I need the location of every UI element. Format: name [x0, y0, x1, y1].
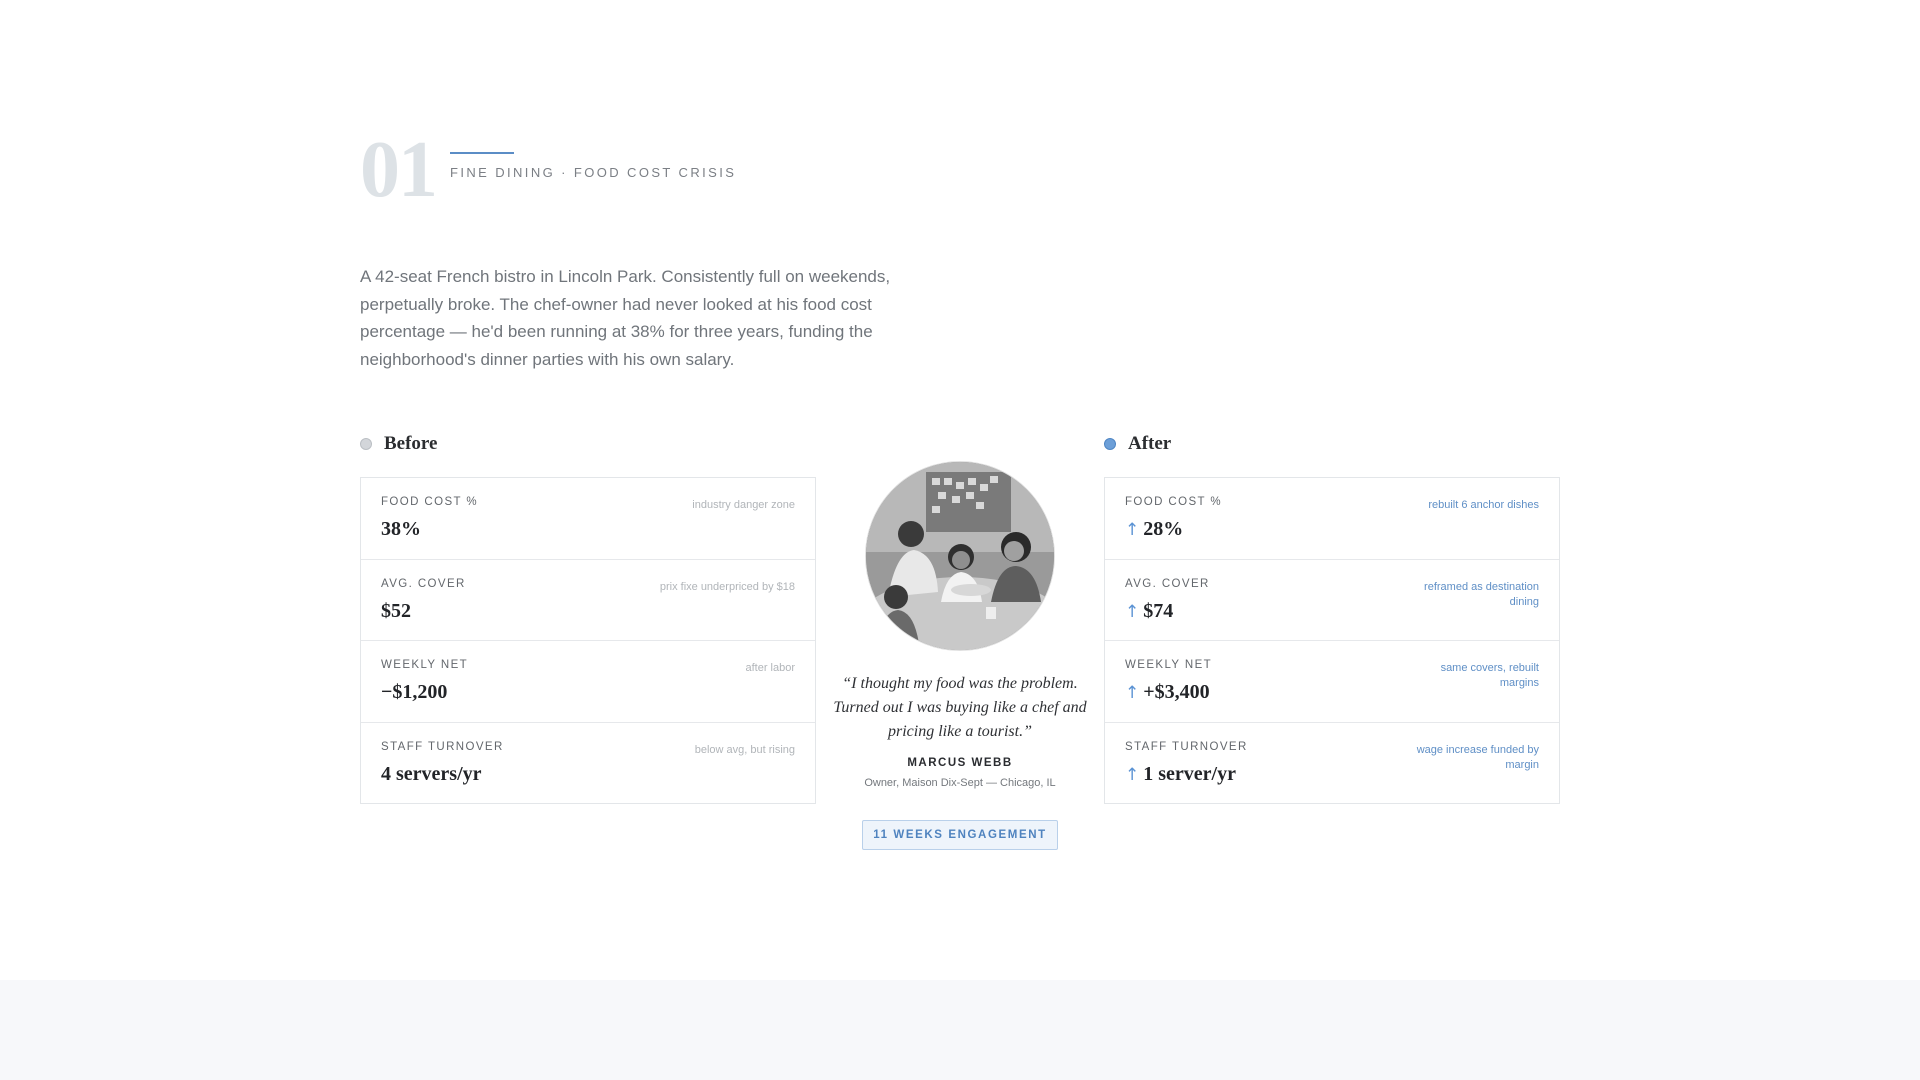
metric-label: WEEKLY NET: [381, 659, 469, 671]
before-heading: Before: [360, 432, 437, 456]
before-row-avg-cover: AVG. COVER $52 prix fixe underpriced by …: [361, 560, 815, 641]
testimonial-role: Owner, Maison Dix-Sept — Chicago, IL: [864, 777, 1056, 789]
before-metrics-card: FOOD COST % 38% industry danger zone AVG…: [360, 477, 816, 804]
metric-note: prix fixe underpriced by $18: [659, 580, 795, 593]
metric-value-text: $74: [1143, 599, 1174, 622]
after-row-staff-turnover: STAFF TURNOVER ↑ 1 server/yr wage increas…: [1105, 723, 1559, 805]
footer-band: [0, 980, 1920, 1080]
metric-label: STAFF TURNOVER: [381, 740, 504, 753]
metric-note: industry danger zone: [692, 499, 795, 511]
before-row-weekly-net: WEEKLY NET −$1,200 after labor: [361, 641, 815, 723]
arrow-up-icon: ↑: [1125, 520, 1140, 540]
metric-label: WEEKLY NET: [1125, 659, 1213, 671]
metric-note: below avg, but rising: [694, 743, 795, 756]
client-photo: [865, 461, 1055, 651]
metric-label: FOOD COST %: [381, 496, 478, 508]
metric-label: STAFF TURNOVER: [1125, 740, 1248, 753]
after-row-food-cost: FOOD COST % ↑ 28% rebuilt 6 anchor dishes: [1105, 478, 1559, 560]
after-row-weekly-net: WEEKLY NET ↑ +$3,400 same covers, rebuilt…: [1105, 641, 1559, 723]
before-title: Before: [384, 433, 438, 454]
after-heading: After: [1104, 432, 1171, 456]
after-dot-icon: [1104, 438, 1116, 450]
arrow-up-icon: ↑: [1125, 601, 1140, 622]
metric-value: ↑ 28%: [1125, 518, 1183, 541]
metric-value: −$1,200: [381, 681, 448, 703]
before-row-staff-turnover: STAFF TURNOVER 4 servers/yr below avg, b…: [361, 723, 815, 805]
metric-note: rebuilt 6 anchor dishes: [1428, 499, 1539, 511]
metric-value: ↑ $74: [1125, 600, 1173, 623]
arrow-up-icon: ↑: [1125, 764, 1140, 785]
metric-label: FOOD COST %: [1125, 496, 1222, 508]
metric-value: 4 servers/yr: [381, 762, 482, 785]
metric-label: AVG. COVER: [381, 577, 466, 590]
metric-label: AVG. COVER: [1125, 577, 1210, 590]
case-number: 01: [360, 126, 438, 214]
metric-value-text: +$3,400: [1143, 681, 1210, 703]
metric-value: ↑ 1 server/yr: [1125, 763, 1236, 786]
metric-value-text: 1 server/yr: [1143, 762, 1236, 785]
metric-note: same covers, rebuilt margins: [1440, 662, 1539, 689]
testimonial-author: MARCUS WEBB: [907, 757, 1013, 769]
metric-value: $52: [381, 599, 411, 622]
after-metrics-card: FOOD COST % ↑ 28% rebuilt 6 anchor dishes…: [1104, 477, 1560, 804]
accent-line: [450, 152, 514, 154]
before-row-food-cost: FOOD COST % 38% industry danger zone: [361, 478, 815, 560]
engagement-badge: 11 WEEKS ENGAGEMENT: [862, 820, 1058, 850]
metric-value: 38%: [381, 518, 421, 540]
metric-note: reframed as destination dining: [1424, 580, 1539, 608]
metric-value: ↑ +$3,400: [1125, 681, 1210, 704]
testimonial-quote: “I thought my food was the problem. Turn…: [833, 675, 1087, 740]
after-row-avg-cover: AVG. COVER ↑ $74 reframed as destination …: [1105, 560, 1559, 641]
arrow-up-icon: ↑: [1125, 683, 1140, 703]
case-intro-paragraph: A 42-seat French bistro in Lincoln Park.…: [360, 267, 891, 369]
metric-note: after labor: [745, 662, 795, 674]
before-dot-icon: [360, 438, 372, 450]
after-title: After: [1128, 433, 1172, 454]
case-category-label: FINE DINING · FOOD COST CRISIS: [450, 165, 737, 180]
metric-value-text: 28%: [1143, 518, 1184, 540]
metric-note: wage increase funded by margin: [1416, 743, 1539, 771]
